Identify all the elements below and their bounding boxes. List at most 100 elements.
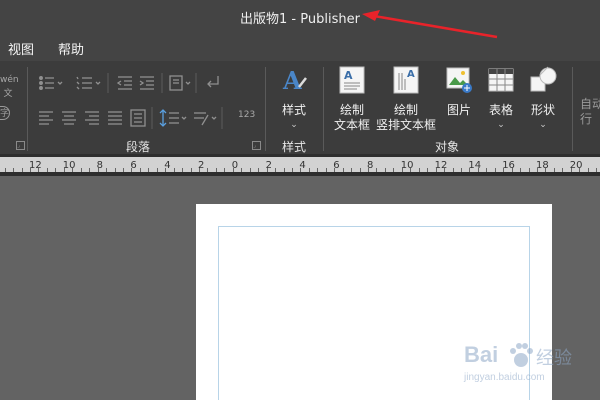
ruler-tick <box>393 168 395 172</box>
phonetic-guide-icon[interactable]: wén 文 <box>0 73 19 101</box>
number-format-label[interactable]: 123 <box>238 108 255 122</box>
ruler-tick <box>131 168 133 172</box>
ruler-tick <box>570 168 572 172</box>
group-separator <box>27 67 28 151</box>
textbox-icon: A <box>339 66 365 94</box>
chevron-down-icon: ⌄ <box>290 120 298 130</box>
group-separator <box>572 67 573 151</box>
ruler-tick <box>80 168 82 172</box>
ruler-tick <box>207 168 209 172</box>
ruler-tick <box>97 168 99 172</box>
ruler-tick <box>224 168 226 172</box>
horizontal-ruler[interactable]: 121086420246810121416182022 <box>0 154 600 176</box>
ruler-tick <box>148 168 150 172</box>
ruler-tick <box>477 168 479 172</box>
title-bar: 出版物1 - Publisher <box>0 0 600 33</box>
ruler-tick <box>275 168 277 172</box>
svg-text:A: A <box>407 69 415 80</box>
enclose-char-icon[interactable]: 字 <box>0 106 10 120</box>
watermark-logo: Bai 经验 jingyan.baidu.com <box>464 342 572 383</box>
ruler-tick <box>165 168 167 172</box>
line-spacing-icon <box>159 109 167 127</box>
ruler-tick <box>291 168 293 172</box>
styles-group-label: 样式 <box>282 140 307 154</box>
paragraph-group-label: 段落 <box>126 140 151 154</box>
ruler-tick <box>4 168 6 172</box>
window-title: 出版物1 - Publisher <box>240 12 360 27</box>
ruler-tick <box>469 168 471 172</box>
chevron-down-icon: ⌄ <box>497 120 505 130</box>
ruler-tick <box>122 168 124 172</box>
increase-indent-icon <box>139 76 154 90</box>
table-button[interactable]: 表格 ⌄ <box>483 65 519 133</box>
table-icon <box>488 68 514 92</box>
paw-icon <box>510 343 533 367</box>
font-launcher-icon[interactable]: ⌟ <box>16 141 25 150</box>
ruler-tick <box>359 168 361 172</box>
shapes-button[interactable]: 形状 ⌄ <box>525 65 561 133</box>
ruler-tick <box>418 168 420 172</box>
picture-icon <box>446 67 472 93</box>
ruler-tick <box>249 168 251 172</box>
ruler-tick <box>562 168 564 172</box>
ruler-tick <box>494 168 496 172</box>
justify-icon <box>108 111 122 125</box>
svg-text:A: A <box>344 69 353 82</box>
ruler-tick <box>537 168 538 172</box>
ruler-tick <box>334 168 336 172</box>
ruler-tick <box>182 168 184 172</box>
draw-textbox-button[interactable]: A 绘制 文本框 <box>332 65 372 133</box>
bullets-icon <box>39 76 54 90</box>
ribbon: wén 文 字 ⌟ 123 段落 ⌟ A 样式 ⌄ 样式 A 绘制 文本框 A … <box>0 61 600 154</box>
distributed-icon <box>130 109 146 127</box>
ruler-tick <box>368 168 369 172</box>
ruler-tick <box>503 168 505 172</box>
paragraph-launcher-icon[interactable]: ⌟ <box>252 141 261 150</box>
ruler-tick <box>232 168 234 172</box>
paragraph-shading-icon <box>194 112 209 126</box>
ruler-tick <box>55 168 57 172</box>
align-center-icon <box>62 111 76 125</box>
ruler-tick <box>38 168 40 172</box>
line-break-icon <box>207 76 219 88</box>
ruler-tick <box>435 168 437 172</box>
ruler-tick <box>215 168 217 172</box>
ruler-tick <box>258 168 260 172</box>
ruler-tick <box>156 168 158 172</box>
svg-text:A: A <box>282 66 302 95</box>
ruler-tick <box>30 168 31 172</box>
ruler-tick <box>173 168 175 172</box>
ruler-tick <box>384 168 386 172</box>
ruler-tick <box>89 168 91 172</box>
ruler-tick <box>72 168 74 172</box>
ruler-tick <box>199 168 200 172</box>
ruler-tick <box>545 168 547 172</box>
ruler-tick <box>241 168 243 172</box>
ruler-tick <box>106 168 108 172</box>
ruler-tick <box>528 168 530 172</box>
ruler-tick <box>427 168 429 172</box>
ruler-tick <box>342 168 344 172</box>
line-spacing-lines <box>169 112 179 124</box>
ruler-tick <box>410 168 412 172</box>
vertical-textbox-icon: A <box>393 66 419 94</box>
ruler-tick <box>266 168 268 172</box>
ruler-tick <box>579 168 581 172</box>
group-separator <box>265 67 266 151</box>
ruler-tick <box>63 168 65 172</box>
ruler-tick <box>21 168 23 172</box>
ruler-tick <box>13 168 15 172</box>
styles-icon: A <box>282 66 307 95</box>
ruler-tick <box>376 168 378 172</box>
menu-view[interactable]: 视图 <box>8 39 34 58</box>
ruler-track: 121086420246810121416182022 <box>0 157 600 172</box>
auto-flow-button[interactable]: 自动 行 <box>580 97 600 127</box>
ruler-tick <box>300 168 302 172</box>
picture-button[interactable]: 图片 <box>441 65 477 118</box>
menu-help[interactable]: 帮助 <box>58 39 84 58</box>
ruler-tick <box>452 168 454 172</box>
ruler-tick <box>511 168 513 172</box>
paragraph-tools[interactable] <box>36 73 261 135</box>
styles-button[interactable]: A 样式 ⌄ <box>276 65 312 133</box>
draw-vertical-textbox-button[interactable]: A 绘制 竖排文本框 <box>374 65 438 133</box>
